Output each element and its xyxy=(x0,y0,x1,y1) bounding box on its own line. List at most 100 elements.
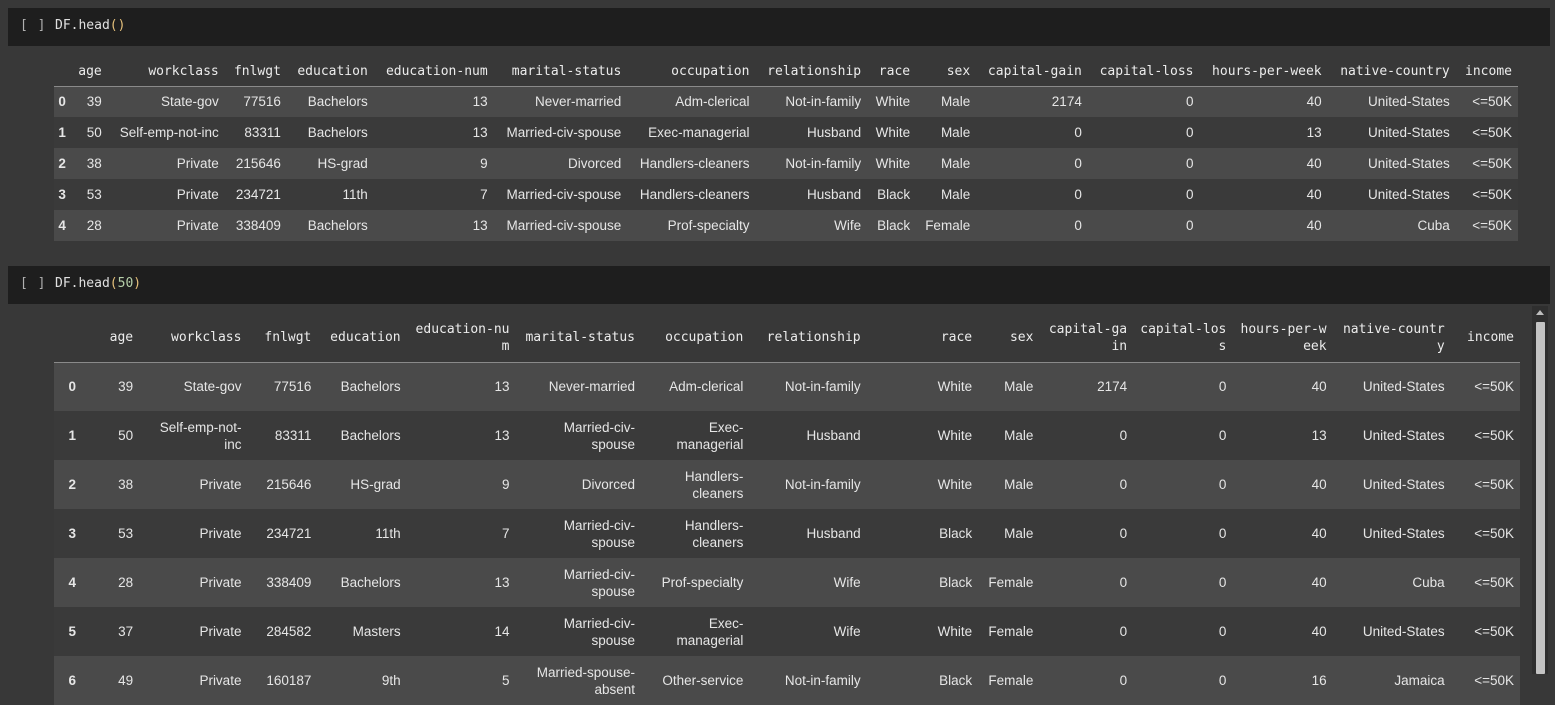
row-index: 4 xyxy=(58,218,66,233)
table-cell: 0 xyxy=(1218,379,1227,395)
table-cell: Never-married xyxy=(535,94,622,110)
row-index: 5 xyxy=(68,624,77,639)
table-cell: 11th xyxy=(342,187,368,202)
table-cell: Married-civ-spouse xyxy=(506,187,622,202)
table-cell: 13 xyxy=(472,218,488,233)
table-cell: 40 xyxy=(1311,526,1327,541)
row-index: 2 xyxy=(58,156,66,171)
table-cell: 338409 xyxy=(266,575,312,590)
column-header: race xyxy=(940,330,973,346)
column-header: marital-status xyxy=(525,330,636,346)
table-cell: 0 xyxy=(1218,477,1227,492)
table-cell: Wife xyxy=(833,575,861,590)
dataframe-output-2: age workclass fnlwgt education education-num… xyxy=(54,314,1520,705)
code-close-paren: ) xyxy=(133,276,142,291)
table-cell: White xyxy=(937,428,973,443)
table-cell: Husband xyxy=(807,125,862,140)
code-arg: 50 xyxy=(117,276,134,291)
table-cell: 0 xyxy=(1218,673,1227,688)
column-header: relationship xyxy=(766,330,861,346)
code-cell-2[interactable]: [ ] DF.head(50) xyxy=(8,266,1550,304)
table-row: 1 50 Self-emp-not-inc 83311 Bachelors 13 Marri… xyxy=(54,117,1518,148)
table-cell: United-States xyxy=(1367,125,1450,140)
table-cell: Male xyxy=(940,94,971,110)
table-cell: White xyxy=(937,477,973,492)
table-cell: White xyxy=(937,624,973,639)
table-row: 0 39 State-gov 77516 Bachelors 13 Never-marrie… xyxy=(54,362,1520,411)
column-header: hours-per-week xyxy=(1212,63,1322,79)
column-header: education xyxy=(297,63,368,79)
table-cell: Other-service xyxy=(662,673,744,688)
table-cell: United-States xyxy=(1362,526,1445,541)
table-cell: 38 xyxy=(118,477,134,492)
table-cell: Adm-clerical xyxy=(669,379,744,395)
table-cell: 49 xyxy=(118,673,134,688)
table-cell: 338409 xyxy=(235,218,281,233)
run-cell-button[interactable]: [ ] xyxy=(20,18,46,33)
table-cell: <=50K xyxy=(1474,575,1514,590)
row-index: 0 xyxy=(58,94,66,110)
table-cell: 0 xyxy=(1218,575,1227,590)
table-cell: 0 xyxy=(1218,526,1227,541)
code-line[interactable]: DF.head() xyxy=(55,18,125,33)
table-cell: Male xyxy=(1004,477,1034,492)
table-cell: 0 xyxy=(1074,218,1082,233)
column-header: workclass xyxy=(148,63,219,79)
column-header: native-country xyxy=(1342,321,1445,354)
table-cell: Male xyxy=(940,125,971,140)
table-cell: Bachelors xyxy=(307,125,368,140)
table-cell: 9 xyxy=(501,477,510,492)
table-cell: State-gov xyxy=(183,379,242,395)
table-cell: 215646 xyxy=(235,156,281,171)
column-header: fnlwgt xyxy=(233,63,281,79)
table-cell: 215646 xyxy=(266,477,312,492)
table-cell: Divorced xyxy=(581,477,636,492)
output-scrollbar[interactable] xyxy=(1532,306,1548,674)
table-cell: <=50K xyxy=(1474,379,1514,395)
table-cell: 40 xyxy=(1311,379,1327,395)
table-cell: 0 xyxy=(1119,477,1128,492)
table-cell: Handlers-cleaners xyxy=(684,517,744,550)
table-cell: Married-civ-spouse xyxy=(563,419,636,452)
column-header: workclass xyxy=(171,330,242,346)
table-cell: <=50K xyxy=(1474,477,1514,492)
table-cell: 0 xyxy=(1119,428,1128,443)
table-cell: United-States xyxy=(1367,94,1450,110)
table-cell: 9th xyxy=(381,673,401,688)
table-row: 2 38 Private 215646 HS-grad 9 Divorced Handlers… xyxy=(54,460,1520,509)
table-cell: HS-grad xyxy=(317,156,368,171)
code-line[interactable]: DF.head(50) xyxy=(55,276,141,291)
table-cell: 2174 xyxy=(1051,94,1082,110)
table-cell: 13 xyxy=(1306,125,1322,140)
table-cell: 83311 xyxy=(274,428,312,443)
table-cell: Adm-clerical xyxy=(675,94,750,110)
table-cell: Bachelors xyxy=(340,575,401,590)
column-header: native-country xyxy=(1340,63,1450,79)
column-header: fnlwgt xyxy=(264,330,312,346)
table-cell: Prof-specialty xyxy=(661,575,744,590)
table-cell: Male xyxy=(940,187,971,202)
table-cell: Not-in-family xyxy=(785,156,862,171)
run-cell-button[interactable]: [ ] xyxy=(20,276,46,291)
table-cell: Private xyxy=(199,673,242,688)
table-cell: Female xyxy=(988,575,1034,590)
table-cell: 13 xyxy=(472,125,488,140)
table-row: 3 53 Private 234721 11th 7 Married-civ-spouse H… xyxy=(54,509,1520,558)
code-cell-1[interactable]: [ ] DF.head() xyxy=(8,8,1550,46)
table-cell: 0 xyxy=(1074,156,1082,171)
table-cell: 37 xyxy=(118,624,134,639)
table-cell: Male xyxy=(1004,526,1034,541)
column-header: sex xyxy=(946,63,971,79)
table-cell: 234721 xyxy=(266,526,312,541)
table-cell: 40 xyxy=(1311,624,1327,639)
table-cell: <=50K xyxy=(1472,187,1512,202)
table-cell: 39 xyxy=(86,94,102,110)
column-header: occupation xyxy=(671,63,750,79)
table-cell: Exec-managerial xyxy=(676,615,744,648)
table-cell: Private xyxy=(199,477,242,492)
scrollbar-thumb[interactable] xyxy=(1536,322,1545,674)
column-header: sex xyxy=(1009,330,1034,346)
scroll-up-arrow-icon[interactable] xyxy=(1536,310,1544,315)
column-header: capital-loss xyxy=(1140,321,1227,354)
table-cell: Handlers-cleaners xyxy=(684,468,744,501)
